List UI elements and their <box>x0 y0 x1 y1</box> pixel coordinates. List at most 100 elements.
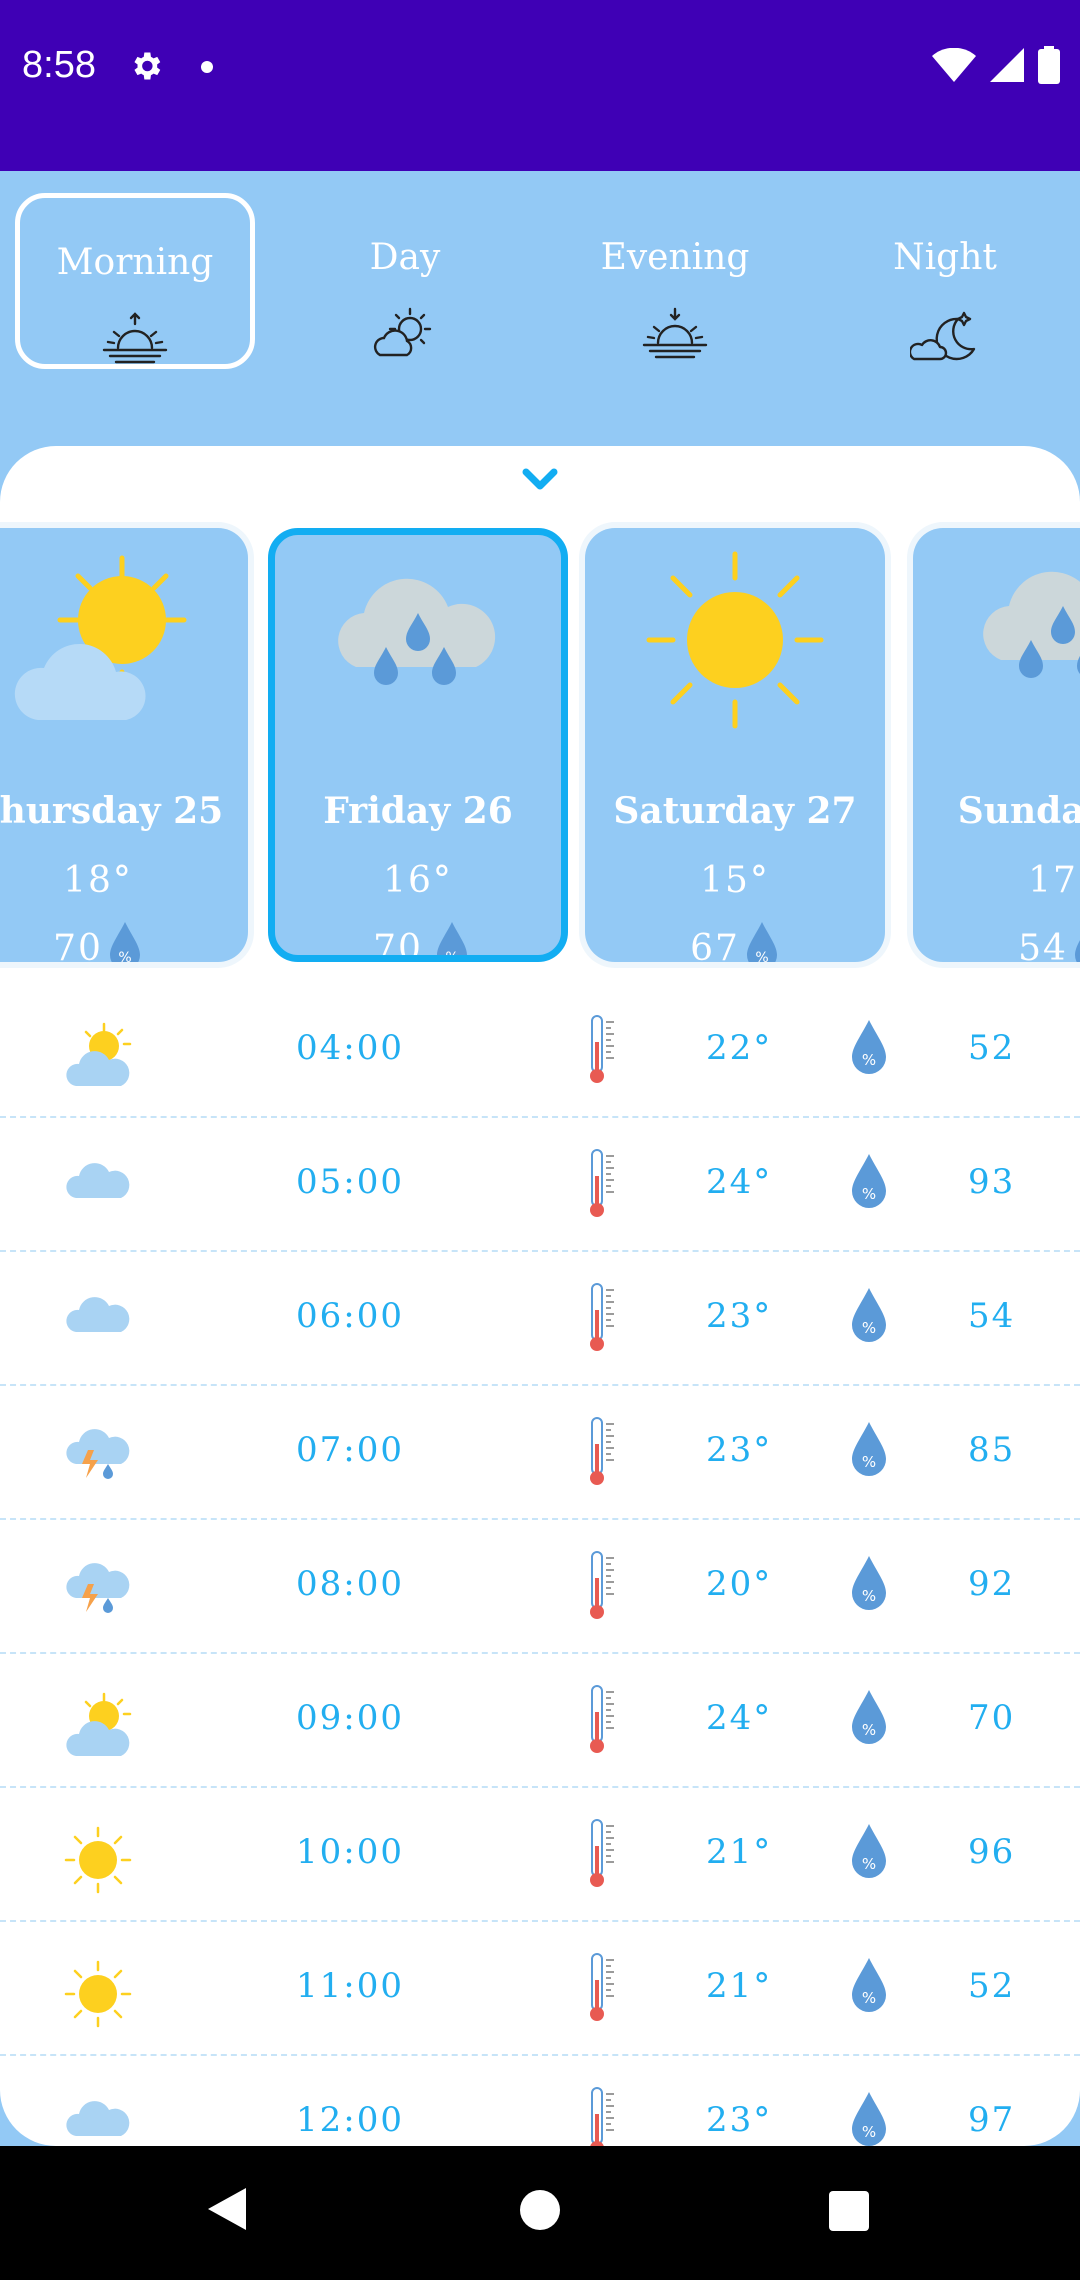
sunset-icon <box>640 305 710 369</box>
day-card-friday[interactable]: Friday 26 16° 70 % <box>268 528 568 962</box>
humidity-drop-icon: % <box>850 1688 888 1750</box>
navigation-bar <box>0 2146 1080 2280</box>
svg-text:%: % <box>445 950 458 962</box>
humidity-drop-icon: % <box>850 1956 888 2018</box>
back-icon[interactable] <box>204 2184 250 2238</box>
day-card-saturday[interactable]: Saturday 27 15° 67 % <box>585 528 885 962</box>
svg-text:%: % <box>862 1051 876 1069</box>
tab-evening[interactable]: Evening <box>555 193 795 369</box>
tab-label: Day <box>369 237 441 278</box>
tab-label: Night <box>893 237 997 278</box>
thunderstorm-icon <box>64 1424 132 1488</box>
chevron-down-icon[interactable] <box>522 468 558 496</box>
humidity-drop-icon: % <box>108 920 142 962</box>
day-card-thursday[interactable]: Thursday 25 18° 70 % <box>0 528 248 962</box>
day-name: Thursday 25 <box>0 790 224 832</box>
notification-dot-icon <box>201 61 213 73</box>
svg-text:%: % <box>862 1453 876 1471</box>
thermometer-icon <box>586 1416 620 1492</box>
thermometer-icon <box>586 1684 620 1760</box>
hour-time: 12:00 <box>296 2100 404 2140</box>
hourly-row[interactable]: 10:00 21°% 96 <box>0 1788 1080 1922</box>
hour-time: 11:00 <box>296 1966 404 2006</box>
hour-humidity: 93 <box>968 1162 1016 1202</box>
svg-text:%: % <box>862 1319 876 1337</box>
thermometer-icon <box>586 1818 620 1894</box>
partly-cloudy-icon <box>64 1692 132 1764</box>
tab-label: Morning <box>56 242 214 283</box>
humidity-drop-icon: % <box>850 1152 888 1214</box>
day-name: Friday 26 <box>323 790 513 832</box>
signal-icon <box>990 48 1024 86</box>
thermometer-icon <box>586 1014 620 1090</box>
day-temp: 15° <box>700 860 770 901</box>
hourly-row[interactable]: 11:00 21°% 52 <box>0 1922 1080 2056</box>
svg-text:%: % <box>862 1855 876 1873</box>
settings-gear-icon <box>128 48 164 88</box>
hour-temp: 23° <box>706 1296 773 1336</box>
day-temp: 18° <box>63 860 133 901</box>
sun-icon <box>64 1826 132 1898</box>
tab-morning[interactable]: Morning <box>15 193 255 369</box>
day-humidity: 70 <box>373 928 423 962</box>
sun-icon <box>645 550 825 734</box>
humidity-drop-icon: % <box>850 1018 888 1080</box>
day-humidity: 67 <box>690 928 740 962</box>
day-name: Sunday 28 <box>957 790 1080 832</box>
humidity-drop-icon: % <box>850 1554 888 1616</box>
recents-icon[interactable] <box>828 2190 870 2236</box>
hour-temp: 21° <box>706 1832 773 1872</box>
hour-humidity: 54 <box>968 1296 1016 1336</box>
day-temp: 17° <box>1028 860 1080 901</box>
hour-temp: 22° <box>706 1028 773 1068</box>
hourly-row[interactable]: 04:00 22°% 52 <box>0 984 1080 1118</box>
hourly-row[interactable]: 06:00 23°% 54 <box>0 1252 1080 1386</box>
tab-night[interactable]: Night <box>825 193 1065 369</box>
tab-day[interactable]: Day <box>285 193 525 369</box>
hour-humidity: 97 <box>968 2100 1016 2140</box>
hourly-row[interactable]: 12:00 23°% 97 <box>0 2056 1080 2146</box>
hour-temp: 23° <box>706 2100 773 2140</box>
thermometer-icon <box>586 1282 620 1358</box>
hour-temp: 21° <box>706 1966 773 2006</box>
hour-time: 09:00 <box>296 1698 404 1738</box>
home-icon[interactable] <box>518 2188 562 2236</box>
day-card-sunday[interactable]: Sunday 28 17° 54 % <box>913 528 1080 962</box>
tab-label: Evening <box>600 237 750 278</box>
hour-humidity: 70 <box>968 1698 1016 1738</box>
thermometer-icon <box>586 2086 620 2146</box>
rain-cloud-icon <box>328 557 508 711</box>
hour-humidity: 96 <box>968 1832 1016 1872</box>
hour-humidity: 52 <box>968 1028 1016 1068</box>
svg-text:%: % <box>862 2123 876 2141</box>
battery-icon <box>1038 46 1060 88</box>
cloud-icon <box>64 1156 132 1208</box>
hourly-row[interactable]: 08:00 20°% 92 <box>0 1520 1080 1654</box>
humidity-drop-icon: % <box>1073 920 1080 962</box>
rain-cloud-icon <box>973 550 1080 704</box>
partly-cloudy-icon <box>370 305 440 373</box>
day-humidity: 54 <box>1018 928 1068 962</box>
hourly-row[interactable]: 07:00 23°% 85 <box>0 1386 1080 1520</box>
thunderstorm-icon <box>64 1558 132 1622</box>
svg-text:%: % <box>862 1587 876 1605</box>
humidity-drop-icon: % <box>850 1822 888 1884</box>
sun-icon <box>64 1960 132 2032</box>
hour-temp: 20° <box>706 1564 773 1604</box>
hour-humidity: 52 <box>968 1966 1016 2006</box>
hourly-row[interactable]: 05:00 24°% 93 <box>0 1118 1080 1252</box>
svg-text:%: % <box>862 1989 876 2007</box>
humidity-drop-icon: % <box>850 2090 888 2146</box>
hour-humidity: 92 <box>968 1564 1016 1604</box>
thermometer-icon <box>586 1550 620 1626</box>
svg-text:%: % <box>755 950 768 962</box>
hourly-list: 04:00 22°% 52 05:00 24°% 93 06:00 23°% 54 07:00 23… <box>0 984 1080 2146</box>
day-temp: 16° <box>383 860 453 901</box>
partly-cloudy-icon <box>64 1022 132 1094</box>
day-cards: Thursday 25 18° 70 % Friday 26 16° 70 % <box>0 528 1080 962</box>
svg-text:%: % <box>118 950 131 962</box>
hour-temp: 23° <box>706 1430 773 1470</box>
hourly-row[interactable]: 09:00 24°% 70 <box>0 1654 1080 1788</box>
hour-time: 06:00 <box>296 1296 404 1336</box>
hour-time: 07:00 <box>296 1430 404 1470</box>
